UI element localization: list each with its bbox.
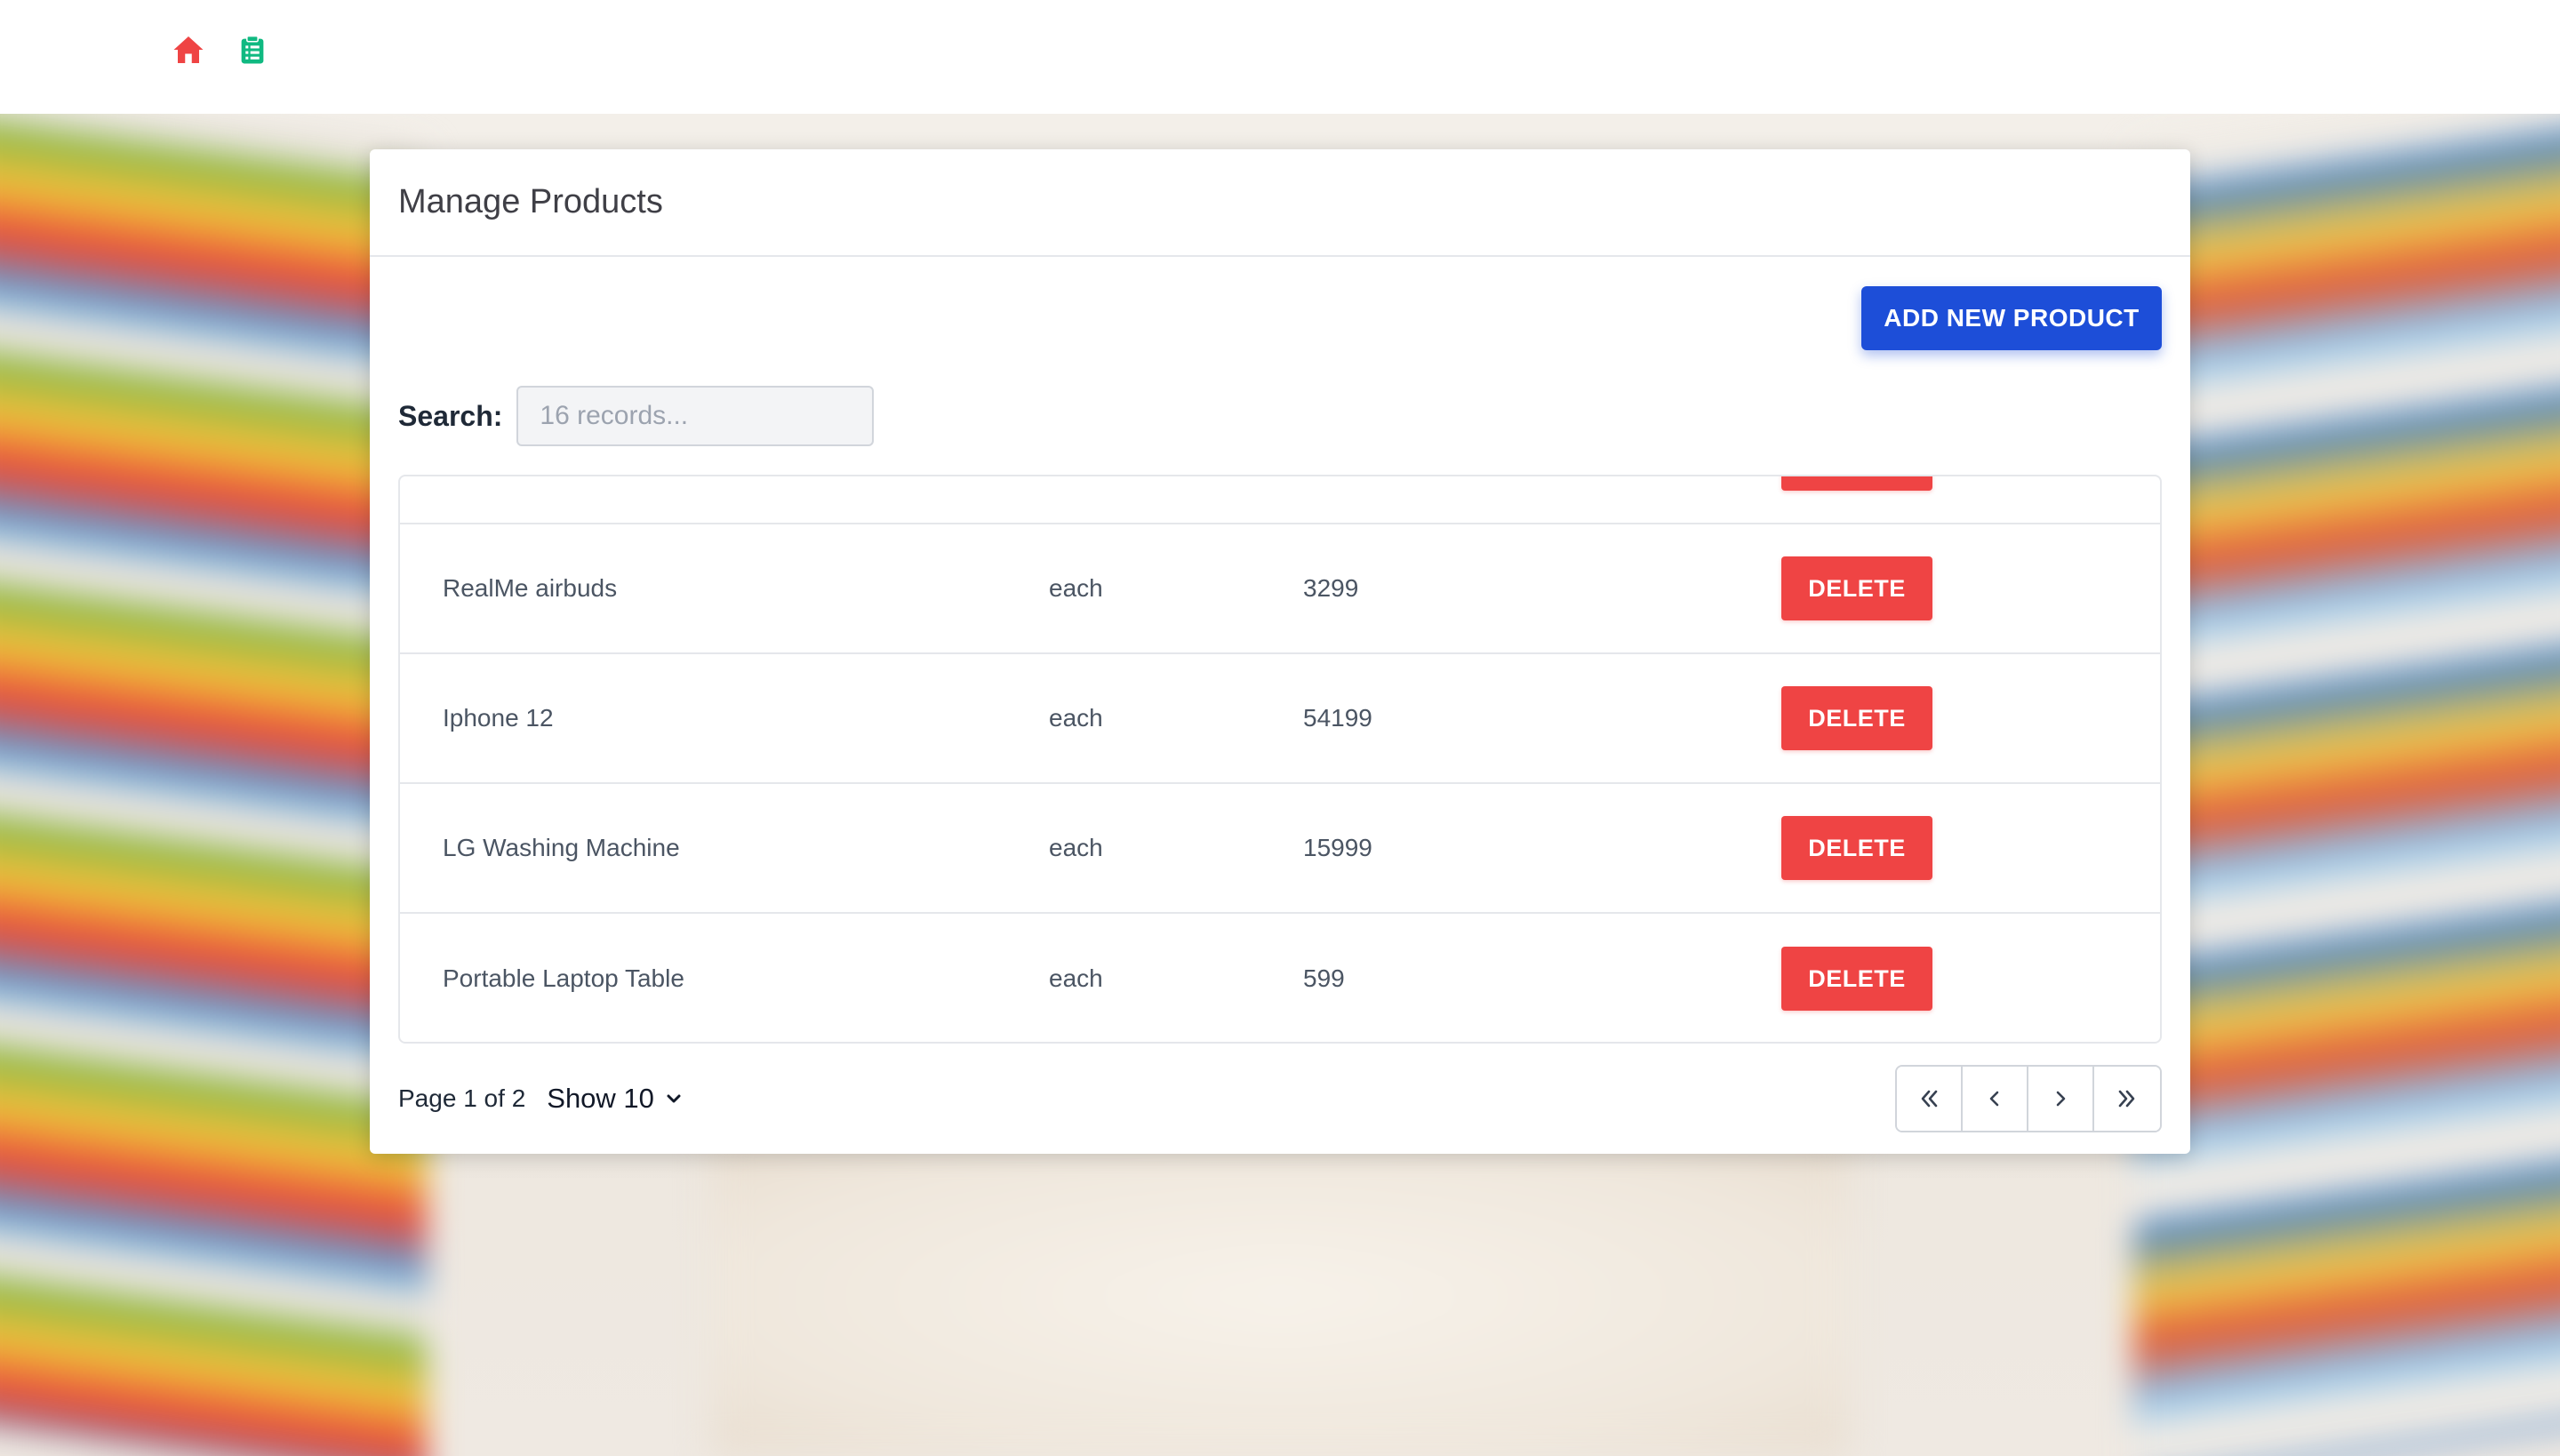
product-price-cell: 54199 bbox=[1303, 704, 1372, 732]
manage-products-panel: Manage Products ADD NEW PRODUCT Search: … bbox=[370, 149, 2190, 1154]
chevron-right-icon bbox=[2056, 1091, 2066, 1107]
page-title: Manage Products bbox=[398, 183, 663, 220]
product-price-cell: 3299 bbox=[1303, 574, 1359, 602]
delete-button[interactable]: DELETE bbox=[1781, 476, 1932, 491]
page-prefix: Page bbox=[398, 1084, 457, 1112]
product-price-cell: 15999 bbox=[1303, 834, 1372, 861]
delete-button[interactable]: DELETE bbox=[1781, 556, 1932, 620]
table-footer: Page 1 of 2 Show 10 bbox=[398, 1065, 2162, 1132]
page-indicator: Page 1 of 2 bbox=[398, 1084, 525, 1113]
table-row: LG Washing Machine each 15999 DELETE bbox=[400, 784, 2160, 914]
home-icon[interactable] bbox=[171, 32, 206, 68]
search-label: Search: bbox=[398, 399, 503, 432]
panel-header: Manage Products bbox=[370, 149, 2190, 257]
background-floor bbox=[711, 1136, 1849, 1456]
products-table[interactable]: DELETERealMe airbudseach3299DELETEIphone… bbox=[398, 475, 2162, 1044]
table-row: DELETE bbox=[400, 476, 2160, 524]
total-pages: 2 bbox=[511, 1084, 526, 1112]
chevrons-left-icon bbox=[1921, 1090, 1938, 1108]
product-name-cell: RealMe airbuds bbox=[443, 574, 618, 602]
chevron-left-icon bbox=[1989, 1091, 1999, 1107]
page-of: of bbox=[484, 1084, 505, 1112]
current-page: 1 bbox=[463, 1084, 477, 1112]
clipboard-list-icon[interactable] bbox=[235, 32, 270, 68]
add-new-product-button[interactable]: ADD NEW PRODUCT bbox=[1861, 286, 2162, 350]
top-navbar bbox=[0, 0, 2560, 114]
table-row: RealMe airbuds each 3299 DELETE bbox=[400, 524, 2160, 654]
search-bar: Search: bbox=[398, 386, 875, 446]
table-row: Portable Laptop Table each 599 DELETE bbox=[400, 914, 2160, 1042]
search-input[interactable] bbox=[516, 386, 875, 446]
chevron-down-icon bbox=[667, 1094, 681, 1103]
product-unit-cell: each bbox=[1049, 834, 1103, 861]
next-page-button[interactable] bbox=[2028, 1067, 2094, 1131]
previous-page-button[interactable] bbox=[1963, 1067, 2028, 1131]
product-unit-cell: each bbox=[1049, 704, 1103, 732]
page-size-label: Show 10 bbox=[547, 1083, 654, 1114]
background-shelf-right bbox=[2133, 114, 2560, 1456]
pagination-controls bbox=[1895, 1065, 2162, 1132]
background-shelf-left bbox=[0, 114, 427, 1456]
delete-button[interactable]: DELETE bbox=[1781, 686, 1932, 750]
table-row: Iphone 12 each 54199 DELETE bbox=[400, 654, 2160, 784]
product-name-cell: Portable Laptop Table bbox=[443, 964, 684, 992]
products-table-body: DELETERealMe airbudseach3299DELETEIphone… bbox=[400, 476, 2160, 1042]
product-name-cell: LG Washing Machine bbox=[443, 834, 680, 861]
chevrons-right-icon bbox=[2118, 1090, 2135, 1108]
product-name-cell: Iphone 12 bbox=[443, 704, 554, 732]
delete-button[interactable]: DELETE bbox=[1781, 816, 1932, 880]
product-unit-cell: each bbox=[1049, 964, 1103, 992]
last-page-button[interactable] bbox=[2094, 1067, 2160, 1131]
delete-button[interactable]: DELETE bbox=[1781, 947, 1932, 1011]
product-unit-cell: each bbox=[1049, 574, 1103, 602]
first-page-button[interactable] bbox=[1897, 1067, 1963, 1131]
product-price-cell: 599 bbox=[1303, 964, 1345, 992]
page-size-select[interactable]: Show 10 bbox=[547, 1083, 683, 1115]
